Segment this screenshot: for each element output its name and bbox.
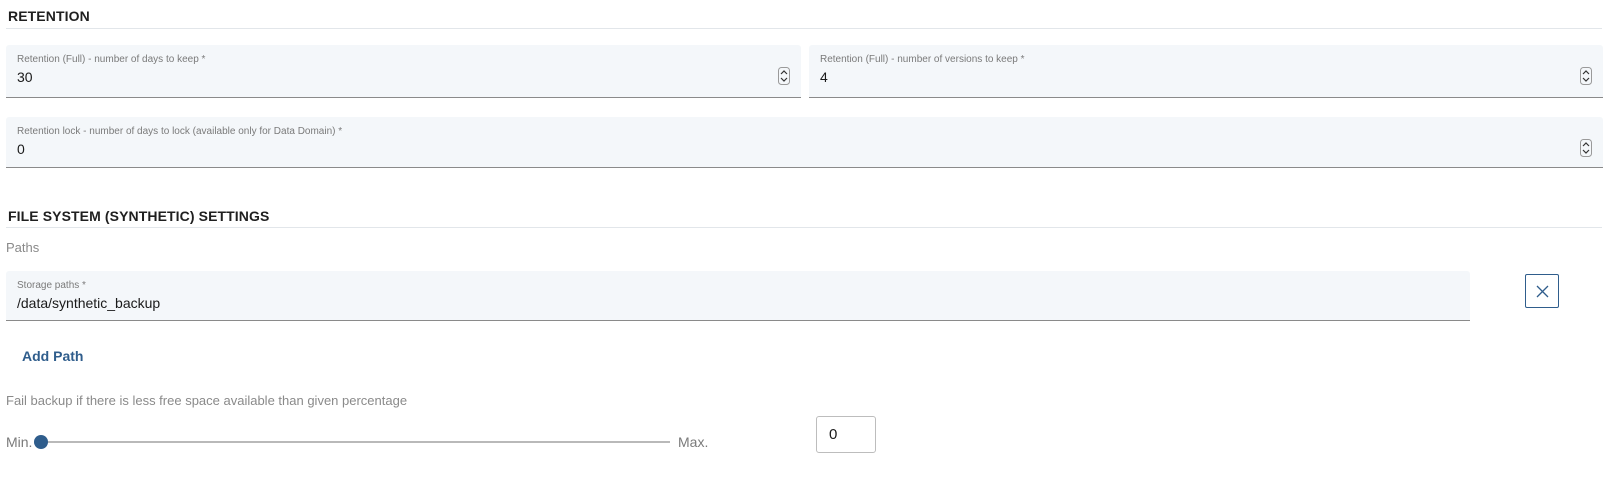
retention-section-title: RETENTION [8, 8, 90, 24]
storage-paths-field[interactable]: Storage paths * /data/synthetic_backup [6, 271, 1470, 321]
spinner-icon[interactable] [1580, 139, 1592, 157]
section-divider [6, 227, 1602, 228]
retention-lock-days-value: 0 [17, 141, 25, 157]
remove-path-button[interactable] [1525, 274, 1559, 308]
storage-paths-label: Storage paths * [17, 280, 86, 291]
add-path-button[interactable]: Add Path [22, 348, 83, 364]
retention-full-days-field[interactable]: Retention (Full) - number of days to kee… [6, 45, 801, 98]
retention-full-versions-label: Retention (Full) - number of versions to… [820, 54, 1025, 65]
page: RETENTION Retention (Full) - number of d… [0, 0, 1603, 481]
fail-backup-description: Fail backup if there is less free space … [6, 393, 408, 408]
retention-full-days-label: Retention (Full) - number of days to kee… [17, 54, 206, 65]
paths-label: Paths [6, 240, 40, 255]
retention-full-versions-field[interactable]: Retention (Full) - number of versions to… [809, 45, 1603, 98]
spinner-icon[interactable] [1580, 67, 1592, 85]
spinner-icon[interactable] [778, 67, 790, 85]
free-space-percentage-input[interactable]: 0 [816, 416, 876, 453]
filesystem-section-title: FILE SYSTEM (SYNTHETIC) SETTINGS [8, 208, 270, 224]
slider-min-label: Min. [6, 434, 33, 450]
retention-lock-days-field[interactable]: Retention lock - number of days to lock … [6, 117, 1603, 168]
close-icon [1536, 285, 1549, 298]
free-space-percentage-value: 0 [829, 426, 838, 443]
storage-paths-value: /data/synthetic_backup [17, 295, 161, 311]
retention-full-days-value: 30 [17, 69, 33, 85]
slider-thumb[interactable] [34, 435, 48, 449]
free-space-slider[interactable] [41, 441, 670, 443]
section-divider [6, 28, 1602, 29]
slider-max-label: Max. [678, 434, 709, 450]
retention-full-versions-value: 4 [820, 69, 828, 85]
retention-lock-days-label: Retention lock - number of days to lock … [17, 126, 343, 137]
